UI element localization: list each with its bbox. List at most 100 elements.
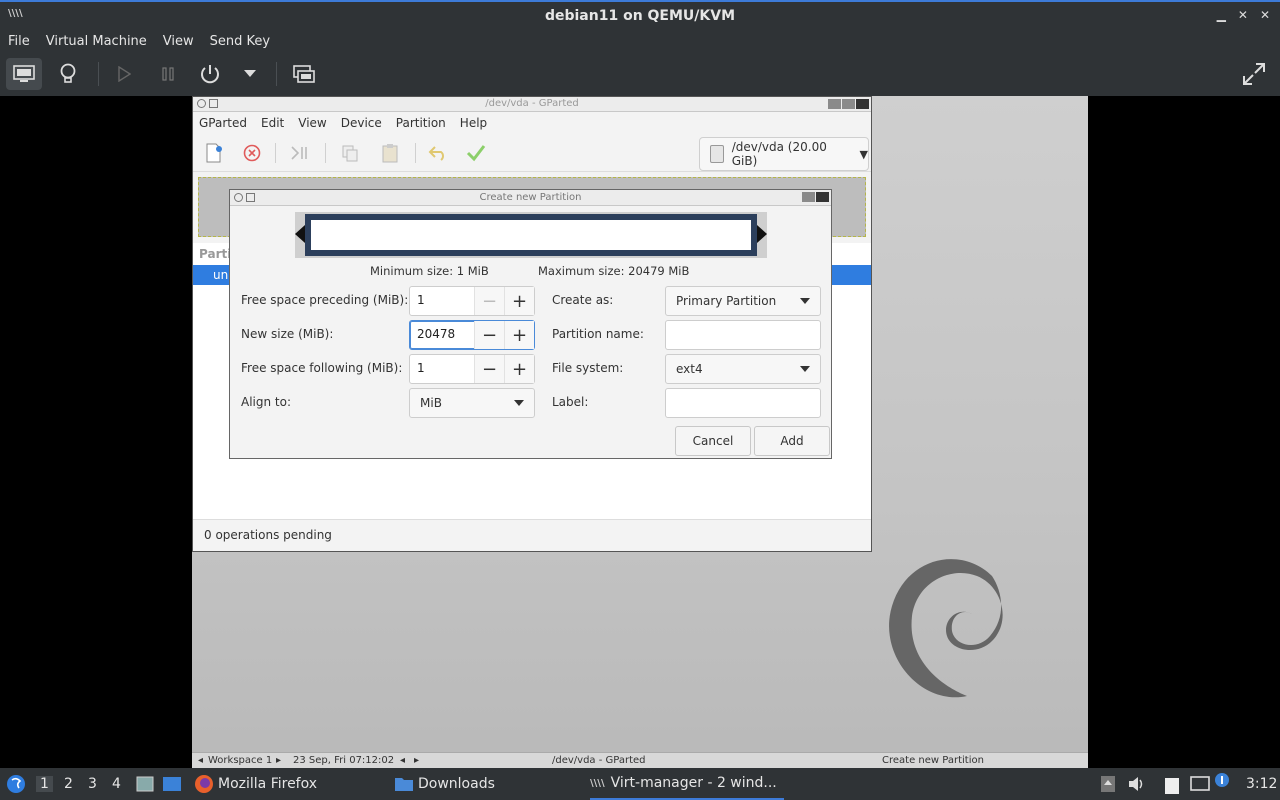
gparted-minimize[interactable] (828, 99, 841, 109)
free-following-input[interactable]: 1 (410, 355, 474, 383)
gp-menu-partition[interactable]: Partition (396, 116, 446, 130)
resize-left-handle[interactable] (295, 225, 305, 243)
align-to-select[interactable]: MiB (409, 388, 535, 418)
maximize-button[interactable]: ✕ (1238, 8, 1248, 22)
resize-icon (291, 146, 307, 160)
maximum-size-label: Maximum size: 20479 MiB (538, 264, 690, 278)
guest-task-create-partition[interactable]: Create new Partition (882, 755, 984, 766)
caret-down-icon (800, 366, 810, 372)
fullscreen-button[interactable] (1236, 58, 1272, 90)
gp-menu-edit[interactable]: Edit (261, 116, 284, 130)
nav-left-icon[interactable]: ◂ (400, 755, 405, 766)
virt-manager-icon: \\\\ (590, 777, 605, 789)
apply-button[interactable] (465, 142, 487, 164)
copy-button[interactable] (339, 142, 361, 164)
shutdown-button[interactable] (192, 58, 228, 90)
increment-button[interactable]: + (504, 355, 534, 383)
menu-file[interactable]: File (8, 34, 40, 49)
resize-right-handle[interactable] (757, 225, 767, 243)
resize-move-button[interactable] (289, 142, 311, 164)
details-button[interactable] (50, 58, 86, 90)
workspace-2[interactable]: 2 (64, 776, 73, 792)
gp-menu-view[interactable]: View (298, 116, 326, 130)
decrement-button[interactable]: − (474, 355, 504, 383)
gparted-maximize[interactable] (842, 99, 855, 109)
menu-view[interactable]: View (163, 34, 204, 49)
gparted-close[interactable] (856, 99, 869, 109)
workspace-4[interactable]: 4 (112, 776, 121, 792)
new-size-input[interactable]: 20478 (410, 321, 474, 349)
shutdown-menu-button[interactable] (232, 58, 268, 90)
notification-icon[interactable] (1214, 772, 1230, 788)
show-desktop-icon[interactable] (162, 775, 182, 793)
close-button[interactable]: ✕ (1260, 8, 1270, 22)
delete-partition-button[interactable] (241, 142, 263, 164)
window-title: debian11 on QEMU/KVM (544, 8, 736, 24)
file-manager-icon[interactable] (136, 775, 154, 793)
workspace-3[interactable]: 3 (88, 776, 97, 792)
gp-menu-device[interactable]: Device (341, 116, 382, 130)
pause-button[interactable] (150, 58, 186, 90)
clipboard-icon[interactable] (1163, 775, 1181, 795)
free-preceding-input[interactable]: 1 (410, 287, 474, 315)
partition-resizer[interactable] (295, 212, 767, 258)
workspace-prev-icon[interactable]: ◂ (198, 755, 203, 766)
task-firefox[interactable]: Mozilla Firefox (194, 768, 317, 800)
label-input[interactable] (665, 388, 821, 418)
window-menu-icon[interactable] (197, 99, 206, 108)
add-button[interactable]: Add (754, 426, 830, 456)
increment-button[interactable]: + (504, 321, 534, 349)
device-label: /dev/vda (20.00 GiB) (731, 140, 827, 168)
run-button[interactable] (106, 58, 142, 90)
eject-icon[interactable] (1100, 775, 1116, 793)
new-partition-button[interactable] (203, 142, 225, 164)
partition-bar[interactable] (305, 214, 757, 256)
task-downloads[interactable]: Downloads (394, 768, 495, 800)
partition-name-input[interactable] (665, 320, 821, 350)
file-system-select[interactable]: ext4 (665, 354, 821, 384)
task-virt-manager[interactable]: \\\\ Virt-manager - 2 wind... (590, 768, 784, 800)
dialog-maximize[interactable] (802, 192, 815, 202)
volume-icon[interactable] (1127, 775, 1145, 793)
free-preceding-label: Free space preceding (MiB): (241, 293, 409, 307)
host-menubar: File Virtual Machine View Send Key (0, 30, 1280, 52)
caret-down-icon: ▼ (859, 147, 868, 161)
vm-display[interactable]: /dev/vda - GParted GParted Edit View Dev… (0, 96, 1280, 768)
cancel-button[interactable]: Cancel (675, 426, 751, 456)
firefox-icon (195, 775, 213, 793)
free-preceding-spinner[interactable]: 1 − + (409, 286, 535, 316)
menu-virtual-machine[interactable]: Virtual Machine (46, 34, 157, 49)
dialog-menu-icon[interactable] (234, 193, 243, 202)
nav-right-icon[interactable]: ▸ (414, 755, 419, 766)
dialog-app-icon (246, 193, 255, 202)
delete-icon (243, 144, 261, 162)
gp-menu-help[interactable]: Help (460, 116, 487, 130)
console-button[interactable] (6, 58, 42, 90)
new-size-spinner[interactable]: 20478 − + (409, 320, 535, 350)
workspace-next-icon[interactable]: ▸ (276, 755, 281, 766)
snapshot-button[interactable] (286, 58, 322, 90)
workspace-label[interactable]: Workspace 1 (208, 755, 272, 766)
workspace-1[interactable]: 1 (36, 776, 53, 792)
status-bar: 0 operations pending (193, 519, 871, 551)
start-menu-icon[interactable] (6, 774, 26, 794)
device-selector[interactable]: /dev/vda (20.00 GiB) ▼ (699, 137, 869, 171)
free-following-spinner[interactable]: 1 − + (409, 354, 535, 384)
guest-task-gparted[interactable]: /dev/vda - GParted (552, 755, 646, 766)
caret-down-icon (514, 400, 524, 406)
undo-button[interactable] (427, 142, 449, 164)
menu-send-key[interactable]: Send Key (210, 34, 280, 49)
play-icon (118, 66, 131, 82)
create-as-select[interactable]: Primary Partition (665, 286, 821, 316)
guest-desktop[interactable]: /dev/vda - GParted GParted Edit View Dev… (192, 96, 1088, 768)
paste-button[interactable] (379, 142, 401, 164)
minimize-button[interactable]: ▁ (1217, 8, 1226, 22)
decrement-button[interactable]: − (474, 287, 504, 315)
align-to-label: Align to: (241, 395, 292, 409)
dialog-close[interactable] (816, 192, 829, 202)
decrement-button[interactable]: − (474, 321, 504, 349)
lightbulb-icon (60, 63, 76, 83)
network-icon[interactable] (1190, 775, 1210, 793)
gp-menu-gparted[interactable]: GParted (199, 116, 247, 130)
increment-button[interactable]: + (504, 287, 534, 315)
